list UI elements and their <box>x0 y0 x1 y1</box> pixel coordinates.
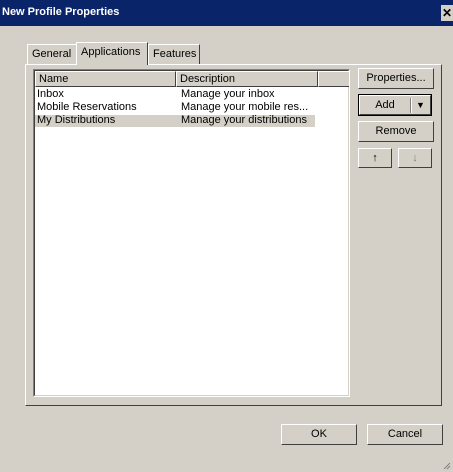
cancel-button[interactable]: Cancel <box>367 424 443 445</box>
arrow-up-icon: ↑ <box>372 152 378 164</box>
resize-grip-icon[interactable] <box>441 460 451 470</box>
cancel-button-label: Cancel <box>387 428 423 440</box>
arrow-down-icon: ↓ <box>412 152 418 164</box>
row-name: Inbox <box>37 88 64 100</box>
applications-list[interactable]: Name Description Inbox Manage your inbox… <box>33 69 350 397</box>
row-name: Mobile Reservations <box>37 101 137 113</box>
ok-button-label: OK <box>311 428 327 440</box>
dialog-window: New Profile Properties ✕ General Applica… <box>0 0 453 472</box>
list-row[interactable]: Inbox Manage your inbox <box>35 88 315 101</box>
row-name: My Distributions <box>37 114 116 126</box>
move-down-button: ↓ <box>398 148 432 168</box>
remove-button[interactable]: Remove <box>358 121 434 142</box>
column-header-name[interactable]: Name <box>35 71 176 87</box>
ok-button[interactable]: OK <box>281 424 357 445</box>
properties-button[interactable]: Properties... <box>358 68 434 89</box>
title-bar[interactable]: New Profile Properties ✕ <box>0 0 453 26</box>
tab-general[interactable]: General <box>27 44 77 64</box>
properties-button-label: Properties... <box>366 72 426 84</box>
tab-features[interactable]: Features <box>148 44 200 64</box>
window-title: New Profile Properties <box>2 6 120 18</box>
chevron-down-icon[interactable]: ▼ <box>416 96 425 115</box>
move-up-button[interactable]: ↑ <box>358 148 392 168</box>
tab-applications-label: Applications <box>81 46 141 58</box>
column-header-description[interactable]: Description <box>176 71 318 87</box>
close-icon[interactable]: ✕ <box>441 5 453 21</box>
split-divider <box>410 98 412 113</box>
add-split-button[interactable]: Add ▼ <box>358 94 432 116</box>
list-row[interactable]: Mobile Reservations Manage your mobile r… <box>35 101 315 114</box>
list-row-selected[interactable]: My Distributions Manage your distributio… <box>35 114 315 127</box>
row-description: Manage your inbox <box>181 88 275 100</box>
tab-features-label: Features <box>153 48 197 60</box>
tab-general-label: General <box>32 48 72 60</box>
tab-applications[interactable]: Applications <box>76 42 148 65</box>
row-description: Manage your mobile res... <box>181 101 309 113</box>
remove-button-label: Remove <box>375 125 417 137</box>
add-button-label: Add <box>375 99 395 111</box>
row-description: Manage your distributions <box>181 114 307 126</box>
column-header-name-label: Name <box>39 73 69 85</box>
column-header-filler <box>318 71 349 87</box>
column-header-description-label: Description <box>180 73 236 85</box>
